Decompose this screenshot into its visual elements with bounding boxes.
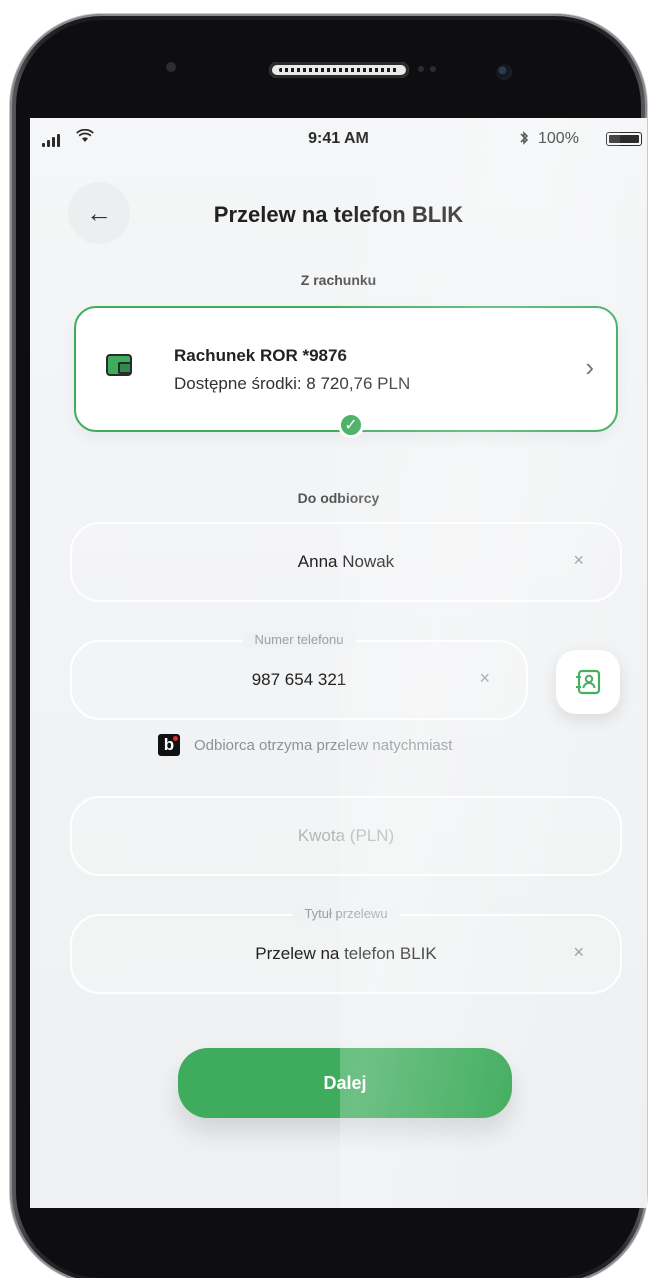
blik-info: b Odbiorca otrzyma przelew natychmiast [158,734,452,756]
status-bar: 9:41 AM 100% [30,118,647,158]
bluetooth-icon [518,130,530,151]
phone-number-field[interactable]: Numer telefonu 987 654 321 × [70,632,528,720]
recipient-name-field[interactable]: Anna Nowak × [70,522,622,602]
phone-frame: 9:41 AM 100% ← Przelew na telefon BLIK Z… [10,14,647,1278]
transfer-title-legend: Tytuł przelewu [292,906,400,921]
blik-logo-icon: b [158,734,180,756]
chevron-right-icon: › [585,352,594,382]
front-camera [496,64,512,80]
next-button[interactable]: Dalej [178,1048,512,1118]
phone-number-value: 987 654 321 [251,670,347,689]
wallet-icon [106,354,132,376]
account-card[interactable]: Rachunek ROR *9876 Dostępne środki: 8 72… [74,306,618,438]
proximity-dot [430,66,436,72]
earpiece-speaker [269,62,409,78]
battery-percent: 100% [538,130,579,147]
blik-info-text: Odbiorca otrzyma przelew natychmiast [194,736,453,754]
checkmark-icon: ✓ [338,412,364,438]
contact-book-icon [576,669,601,695]
account-name: Rachunek ROR *9876 [174,346,347,365]
account-balance: Dostępne środki: 8 720,76 PLN [174,374,411,393]
transfer-title-field[interactable]: Tytuł przelewu Przelew na telefon BLIK × [70,906,622,994]
battery-icon [606,132,642,146]
recipient-name-value: Anna Nowak [297,552,395,571]
clear-icon[interactable]: × [479,668,490,689]
page-title: Przelew na telefon BLIK [213,202,464,227]
from-account-label: Z rachunku [300,272,377,288]
clear-icon[interactable]: × [573,942,584,963]
screen: 9:41 AM 100% ← Przelew na telefon BLIK Z… [30,118,647,1208]
amount-placeholder: Kwota (PLN) [297,826,395,845]
transfer-title-value: Przelew na telefon BLIK [255,944,437,963]
recipient-label: Do odbiorcy [297,490,380,506]
phone-number-legend: Numer telefonu [242,632,356,647]
amount-field[interactable]: Kwota (PLN) [70,796,622,876]
sensor-dot [166,62,176,72]
contacts-button[interactable] [556,650,620,714]
proximity-dot [418,66,424,72]
clear-icon[interactable]: × [573,550,584,571]
